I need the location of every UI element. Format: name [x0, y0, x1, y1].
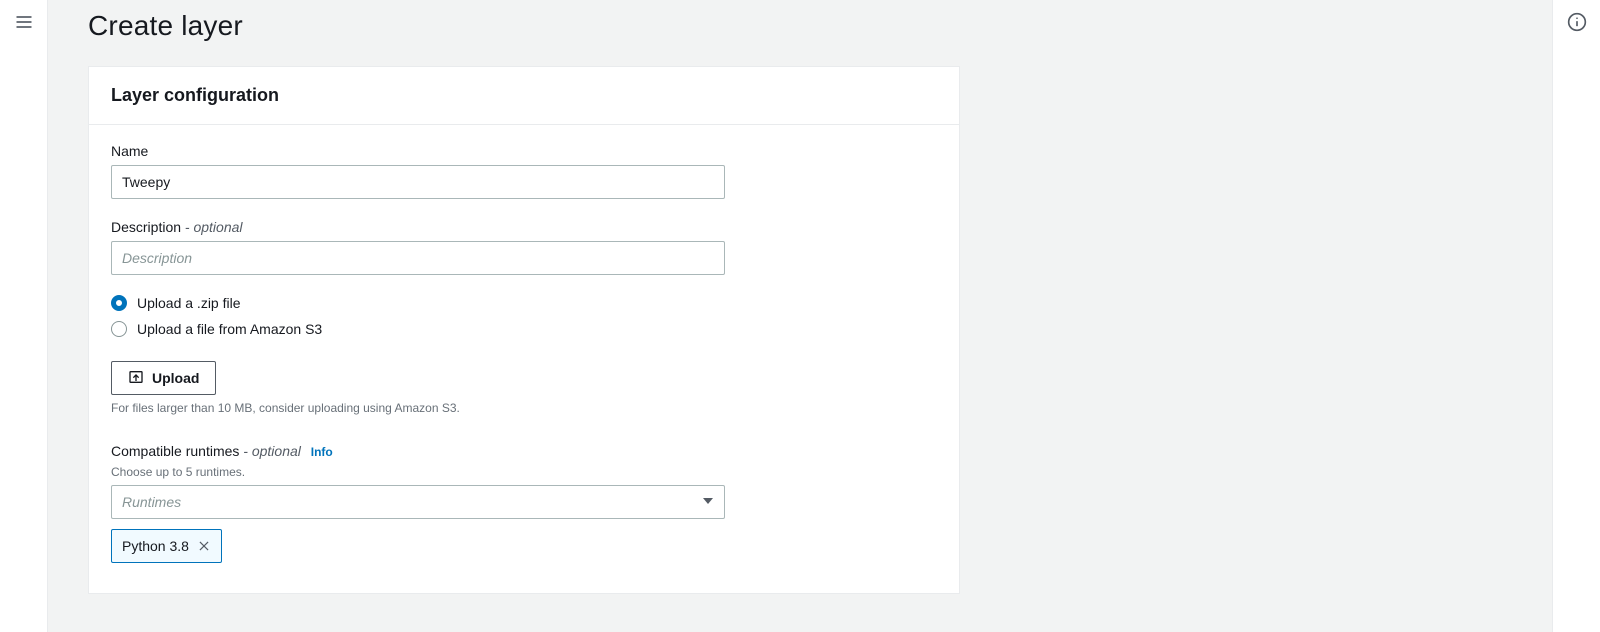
menu-icon[interactable]	[14, 12, 34, 32]
description-field: Description - optional	[111, 219, 937, 275]
panel-body: Name Description - optional Upload a .zi…	[89, 125, 959, 593]
runtimes-field: Compatible runtimes - optional Info Choo…	[111, 443, 937, 479]
runtimes-hint: Choose up to 5 runtimes.	[111, 465, 937, 479]
name-label: Name	[111, 143, 937, 159]
radio-upload-s3[interactable]: Upload a file from Amazon S3	[111, 321, 937, 337]
name-input[interactable]	[111, 165, 725, 199]
upload-button[interactable]: Upload	[111, 361, 216, 395]
description-input[interactable]	[111, 241, 725, 275]
runtimes-info-link[interactable]: Info	[311, 445, 333, 459]
right-rail	[1552, 0, 1600, 632]
runtimes-label: Compatible runtimes - optional Info	[111, 443, 937, 459]
close-icon[interactable]	[197, 539, 211, 553]
radio-upload-zip[interactable]: Upload a .zip file	[111, 295, 937, 311]
radio-icon	[111, 321, 127, 337]
radio-zip-label: Upload a .zip file	[137, 295, 241, 311]
upload-icon	[128, 369, 144, 388]
left-rail	[0, 0, 48, 632]
description-label: Description - optional	[111, 219, 937, 235]
page-title: Create layer	[88, 10, 1512, 42]
page: Create layer Layer configuration Name De…	[48, 0, 1552, 632]
panel-header: Layer configuration	[89, 67, 959, 125]
upload-button-label: Upload	[152, 370, 199, 386]
upload-source-radios: Upload a .zip file Upload a file from Am…	[111, 295, 937, 337]
runtimes-select[interactable]: Runtimes	[111, 485, 725, 519]
panel-title: Layer configuration	[111, 85, 937, 106]
runtimes-label-text: Compatible runtimes	[111, 443, 239, 459]
layer-config-panel: Layer configuration Name Description - o…	[88, 66, 960, 594]
description-label-text: Description	[111, 219, 181, 235]
info-circle-icon[interactable]	[1567, 12, 1587, 32]
name-field: Name	[111, 143, 937, 199]
upload-field: Upload For files larger than 10 MB, cons…	[111, 361, 937, 415]
caret-down-icon	[702, 494, 714, 510]
description-optional: - optional	[185, 219, 243, 235]
runtimes-optional: - optional	[243, 443, 301, 459]
runtime-token: Python 3.8	[111, 529, 222, 563]
runtimes-placeholder: Runtimes	[122, 494, 181, 510]
runtime-token-label: Python 3.8	[122, 538, 189, 554]
radio-icon	[111, 295, 127, 311]
upload-hint: For files larger than 10 MB, consider up…	[111, 401, 937, 415]
radio-s3-label: Upload a file from Amazon S3	[137, 321, 322, 337]
